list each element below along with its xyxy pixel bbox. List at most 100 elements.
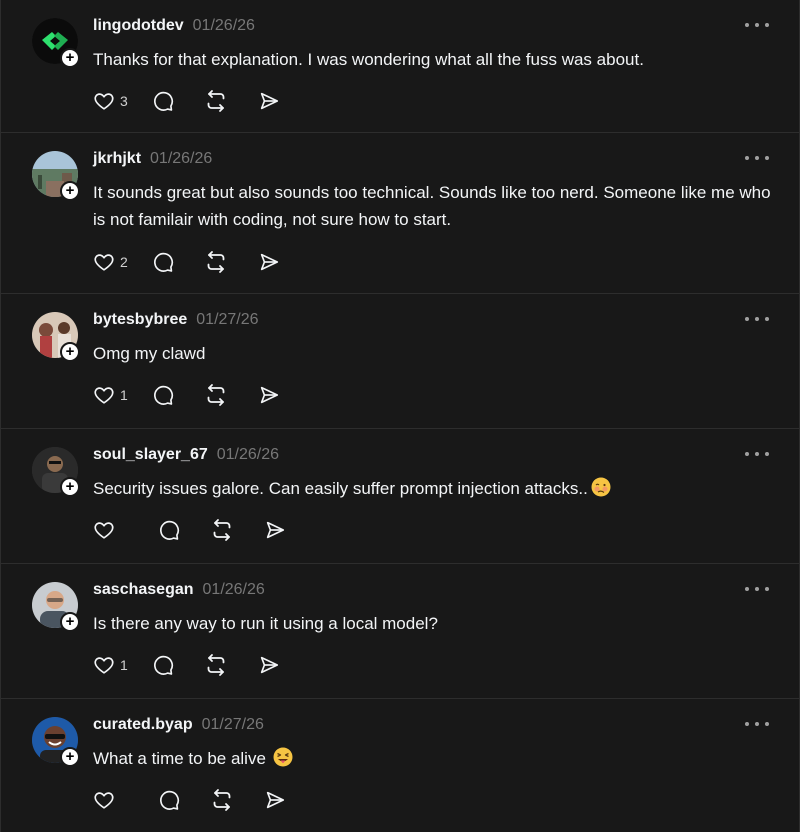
paper-plane-icon <box>258 384 280 406</box>
avatar-container[interactable]: + <box>32 582 80 632</box>
username[interactable]: saschasegan <box>93 581 194 599</box>
like-count: 2 <box>120 254 128 270</box>
repost-arrows-icon <box>204 383 228 407</box>
like-button[interactable]: 1 <box>93 383 128 407</box>
more-options-icon[interactable] <box>745 719 769 729</box>
reply-button[interactable] <box>158 788 180 812</box>
repost-button[interactable] <box>204 250 228 274</box>
post-text-content: Security issues galore. Can easily suffe… <box>93 479 588 498</box>
follow-plus-icon[interactable]: + <box>60 48 80 68</box>
follow-plus-icon[interactable]: + <box>60 747 80 767</box>
like-button[interactable] <box>93 788 128 812</box>
woozy-face-emoji <box>591 477 611 505</box>
username[interactable]: curated.byap <box>93 716 193 734</box>
timestamp[interactable]: 01/26/26 <box>193 17 255 35</box>
follow-plus-icon[interactable]: + <box>60 181 80 201</box>
username[interactable]: lingodotdev <box>93 17 184 35</box>
more-options-icon[interactable] <box>745 20 769 30</box>
share-button[interactable] <box>264 518 286 542</box>
follow-plus-icon[interactable]: + <box>60 477 80 497</box>
like-button[interactable]: 3 <box>93 89 128 113</box>
post-text: What a time to be alive <box>93 745 771 775</box>
reply-button[interactable] <box>152 89 174 113</box>
post-header: bytesbybree 01/27/26 <box>93 311 259 331</box>
post-text-content: It sounds great but also sounds too tech… <box>93 183 771 229</box>
like-button[interactable] <box>93 518 128 542</box>
avatar-container[interactable]: + <box>32 717 80 767</box>
avatar-container[interactable]: + <box>32 151 80 201</box>
reply-button[interactable] <box>152 250 174 274</box>
timestamp[interactable]: 01/27/26 <box>202 716 264 734</box>
avatar-container[interactable]: + <box>32 18 80 68</box>
like-count: 1 <box>120 657 128 673</box>
post-header: saschasegan 01/26/26 <box>93 581 265 601</box>
more-options-icon[interactable] <box>745 584 769 594</box>
post-text-content: What a time to be alive <box>93 749 266 768</box>
repost-button[interactable] <box>204 89 228 113</box>
heart-icon <box>93 90 115 112</box>
post-text: It sounds great but also sounds too tech… <box>93 179 771 233</box>
post-text-content: Omg my clawd <box>93 344 206 363</box>
timestamp[interactable]: 01/26/26 <box>203 581 265 599</box>
action-bar <box>93 788 286 812</box>
post-text: Is there any way to run it using a local… <box>93 610 771 637</box>
more-options-icon[interactable] <box>745 449 769 459</box>
heart-icon <box>93 251 115 273</box>
share-button[interactable] <box>258 653 280 677</box>
repost-arrows-icon <box>204 89 228 113</box>
post-header: lingodotdev 01/26/26 <box>93 17 255 37</box>
share-button[interactable] <box>258 250 280 274</box>
timestamp[interactable]: 01/26/26 <box>217 446 279 464</box>
post-text: Security issues galore. Can easily suffe… <box>93 475 771 505</box>
repost-arrows-icon <box>204 250 228 274</box>
follow-plus-icon[interactable]: + <box>60 612 80 632</box>
username[interactable]: jkrhjkt <box>93 150 141 168</box>
timestamp[interactable]: 01/26/26 <box>150 150 212 168</box>
action-bar <box>93 518 286 542</box>
follow-plus-icon[interactable]: + <box>60 342 80 362</box>
share-button[interactable] <box>264 788 286 812</box>
reply-button[interactable] <box>158 518 180 542</box>
post: + lingodotdev 01/26/26 Thanks for that e… <box>1 0 799 133</box>
share-button[interactable] <box>258 383 280 407</box>
paper-plane-icon <box>264 789 286 811</box>
share-button[interactable] <box>258 89 280 113</box>
reply-button[interactable] <box>152 653 174 677</box>
repost-button[interactable] <box>204 383 228 407</box>
timestamp[interactable]: 01/27/26 <box>196 311 258 329</box>
post-text: Omg my clawd <box>93 340 771 367</box>
squinting-tongue-face-emoji <box>273 747 293 775</box>
repost-arrows-icon <box>210 788 234 812</box>
comments-feed: + lingodotdev 01/26/26 Thanks for that e… <box>0 0 800 832</box>
reply-button[interactable] <box>152 383 174 407</box>
speech-bubble-icon <box>152 251 174 273</box>
heart-icon <box>93 519 115 541</box>
action-bar: 2 <box>93 250 280 274</box>
post-header: curated.byap 01/27/26 <box>93 716 264 736</box>
heart-icon <box>93 789 115 811</box>
more-options-icon[interactable] <box>745 314 769 324</box>
like-count: 3 <box>120 93 128 109</box>
post-text-content: Thanks for that explanation. I was wonde… <box>93 50 644 69</box>
username[interactable]: bytesbybree <box>93 311 187 329</box>
paper-plane-icon <box>258 654 280 676</box>
like-button[interactable]: 2 <box>93 250 128 274</box>
repost-button[interactable] <box>210 518 234 542</box>
repost-button[interactable] <box>210 788 234 812</box>
username[interactable]: soul_slayer_67 <box>93 446 208 464</box>
avatar-container[interactable]: + <box>32 312 80 362</box>
speech-bubble-icon <box>158 789 180 811</box>
like-count: 1 <box>120 387 128 403</box>
speech-bubble-icon <box>152 654 174 676</box>
speech-bubble-icon <box>152 384 174 406</box>
paper-plane-icon <box>258 90 280 112</box>
post: + saschasegan 01/26/26 Is there any way … <box>1 564 799 699</box>
more-options-icon[interactable] <box>745 153 769 163</box>
avatar-container[interactable]: + <box>32 447 80 497</box>
post-header: jkrhjkt 01/26/26 <box>93 150 212 170</box>
like-button[interactable]: 1 <box>93 653 128 677</box>
repost-button[interactable] <box>204 653 228 677</box>
post-text-content: Is there any way to run it using a local… <box>93 614 438 633</box>
post-header: soul_slayer_67 01/26/26 <box>93 446 279 466</box>
speech-bubble-icon <box>158 519 180 541</box>
